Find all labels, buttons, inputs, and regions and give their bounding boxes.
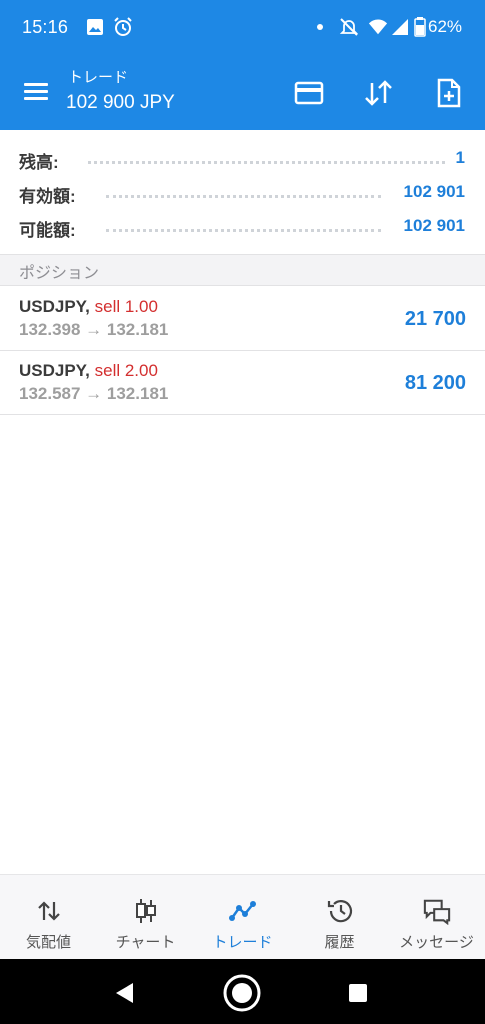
- trade-line-icon: [228, 897, 257, 925]
- balance-value: 1: [455, 148, 465, 167]
- status-time: 15:16: [22, 17, 69, 37]
- position-symbol: USDJPY,: [19, 361, 90, 380]
- status-bar: 15:16 62%: [0, 0, 485, 56]
- home-icon[interactable]: [222, 973, 262, 1013]
- payment-card-icon[interactable]: [292, 76, 326, 110]
- position-row[interactable]: USDJPY, sell 1.00 132.398 → 132.181 21 7…: [0, 287, 485, 351]
- battery-percent: 62%: [428, 17, 463, 36]
- wifi-icon: [368, 16, 388, 38]
- tab-history[interactable]: 履歴: [291, 875, 388, 960]
- recents-icon[interactable]: [338, 973, 378, 1013]
- image-notification-icon: [85, 16, 105, 38]
- position-side: sell 2.00: [94, 361, 158, 380]
- position-prices: 132.587 → 132.181: [19, 384, 169, 403]
- bottom-navigation: 気配値 チャート トレード 履歴 メッセージ: [0, 874, 485, 959]
- position-side: sell 1.00: [94, 297, 158, 316]
- position-title: USDJPY, sell 2.00: [19, 361, 158, 381]
- system-navigation-bar: [0, 959, 485, 1024]
- equity-row: 有効額: 102 901: [0, 177, 485, 209]
- position-profit: 81 200: [404, 372, 466, 394]
- position-prices: 132.398 → 132.181: [19, 320, 169, 339]
- signal-icon: [390, 16, 410, 38]
- tab-label: チャート: [115, 934, 176, 951]
- dotted-leader: [88, 148, 445, 164]
- equity-label: 有効額:: [19, 187, 76, 206]
- back-icon[interactable]: [104, 973, 144, 1013]
- app-bar: トレード 102 900 JPY: [0, 56, 485, 130]
- position-row[interactable]: USDJPY, sell 2.00 132.587 → 132.181 81 2…: [0, 351, 485, 415]
- free-margin-value: 102 901: [403, 216, 465, 235]
- equity-value: 102 901: [403, 182, 465, 201]
- messages-icon: [423, 897, 451, 925]
- page-title: トレード: [68, 69, 129, 86]
- free-margin-label: 可能額:: [19, 221, 76, 240]
- tab-label: 気配値: [25, 934, 71, 951]
- history-icon: [326, 897, 354, 925]
- tab-trade[interactable]: トレード: [194, 875, 291, 960]
- position-profit: 21 700: [404, 308, 466, 330]
- dot-indicator-icon: [310, 16, 330, 38]
- position-symbol: USDJPY,: [19, 297, 90, 316]
- tab-messages[interactable]: メッセージ: [388, 875, 485, 960]
- position-title: USDJPY, sell 1.00: [19, 297, 158, 317]
- alarm-icon: [113, 16, 133, 38]
- tab-label: 履歴: [324, 934, 355, 951]
- positions-section-header: ポジション: [0, 254, 485, 286]
- mute-bell-icon: [339, 16, 359, 38]
- tab-label: トレード: [212, 934, 273, 951]
- dotted-leader: [106, 216, 381, 232]
- new-order-document-icon[interactable]: [432, 76, 466, 110]
- menu-icon[interactable]: [22, 78, 50, 106]
- sort-arrows-icon[interactable]: [362, 76, 396, 110]
- dotted-leader: [106, 182, 381, 198]
- balance-label: 残高:: [19, 153, 59, 172]
- quotes-icon: [35, 897, 63, 925]
- tab-label: メッセージ: [399, 934, 474, 951]
- tab-quotes[interactable]: 気配値: [0, 875, 97, 960]
- balance-row: 残高: 1: [0, 143, 485, 175]
- candlestick-chart-icon: [132, 897, 160, 925]
- battery-icon: [410, 16, 430, 38]
- positions-header-label: ポジション: [19, 265, 100, 282]
- tab-chart[interactable]: チャート: [97, 875, 194, 960]
- account-balance-subtitle: 102 900 JPY: [66, 92, 175, 113]
- free-margin-row: 可能額: 102 901: [0, 211, 485, 243]
